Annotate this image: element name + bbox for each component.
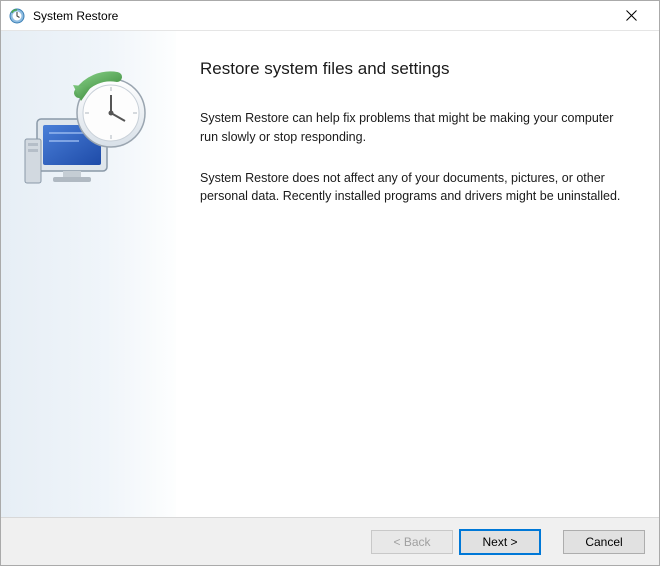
close-button[interactable] xyxy=(611,2,651,30)
restore-illustration xyxy=(19,71,159,201)
intro-paragraph-2: System Restore does not affect any of yo… xyxy=(200,169,623,207)
wizard-sidebar xyxy=(1,31,176,517)
back-button: < Back xyxy=(371,530,453,554)
wizard-main: Restore system files and settings System… xyxy=(176,31,659,517)
wizard-footer: < Back Next > Cancel xyxy=(1,517,659,565)
titlebar: System Restore xyxy=(1,1,659,31)
close-icon xyxy=(626,10,637,21)
cancel-button[interactable]: Cancel xyxy=(563,530,645,554)
intro-paragraph-1: System Restore can help fix problems tha… xyxy=(200,109,623,147)
content-area: Restore system files and settings System… xyxy=(1,31,659,517)
system-restore-icon xyxy=(9,8,25,24)
next-button[interactable]: Next > xyxy=(459,529,541,555)
window-title: System Restore xyxy=(33,9,611,23)
page-heading: Restore system files and settings xyxy=(200,59,623,79)
